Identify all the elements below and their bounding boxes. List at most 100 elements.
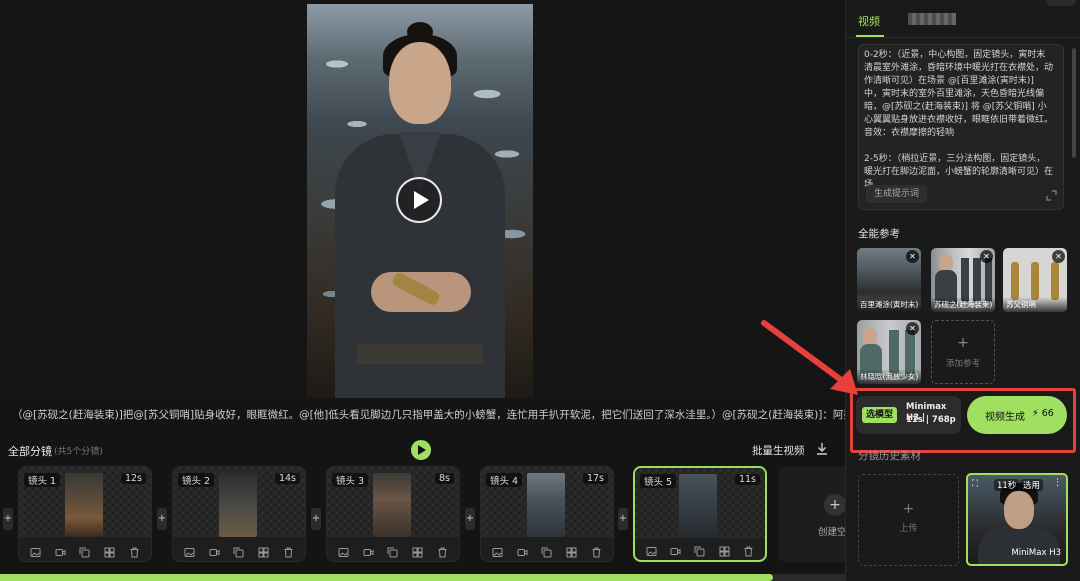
copy-icon[interactable] [79, 543, 90, 557]
trash-icon[interactable] [129, 543, 140, 557]
image-icon[interactable] [492, 543, 503, 557]
image-icon[interactable] [184, 543, 195, 557]
shot-duration: 14s [274, 473, 300, 484]
video-icon[interactable] [670, 542, 681, 555]
right-panel: 视频 0-2秒：（近景，中心构图，固定镜头，寅时末清晨室外滩涂，昏暗环境中暖光打… [845, 0, 1080, 581]
grid-icon[interactable] [412, 543, 423, 557]
shot-card[interactable]: 镜头 5 11s [633, 466, 767, 562]
close-icon[interactable]: ✕ [906, 250, 919, 263]
grid-icon[interactable] [719, 542, 730, 556]
panel-tabs: 视频 [846, 0, 1080, 38]
close-icon[interactable]: ✕ [980, 250, 993, 263]
fullscreen-icon[interactable]: ⛶ [972, 479, 978, 489]
shot-thumbnail[interactable]: 镜头 1 12s [19, 467, 151, 537]
prompt-text[interactable]: 0-2秒：（近景，中心构图，固定镜头，寅时末清晨室外滩涂，昏暗环境中暖光打在衣襟… [864, 49, 1054, 192]
annotation-highlight-box [850, 388, 1076, 453]
more-icon[interactable]: ⋮ [1053, 478, 1062, 488]
shot-thumbnail[interactable]: 镜头 2 14s [173, 467, 305, 537]
play-all-button[interactable] [411, 440, 431, 460]
copy-icon[interactable] [694, 542, 705, 556]
reference-label: 苏砚之(赶海装束) [931, 297, 995, 312]
generate-prompt-button[interactable]: 生成提示词 [866, 185, 928, 203]
shot-card[interactable]: 镜头 3 8s [326, 466, 460, 562]
shot-image [373, 473, 411, 537]
video-icon[interactable] [517, 543, 528, 556]
grid-icon[interactable] [566, 543, 577, 557]
create-shot-label: 创建空 [818, 527, 847, 538]
close-icon[interactable]: ✕ [906, 322, 919, 335]
create-shot-button[interactable]: + 创建空 [778, 466, 847, 562]
reference-card[interactable]: ✕ 苏砚之(赶海装束) [931, 248, 995, 312]
trash-icon[interactable] [437, 543, 448, 557]
trash-icon[interactable] [743, 542, 754, 556]
expand-icon[interactable] [1046, 190, 1057, 201]
shot-label: 镜头 5 [640, 474, 677, 488]
trash-icon[interactable] [283, 543, 294, 557]
shot-duration: 11s [734, 474, 760, 485]
shot-toolbar [19, 539, 151, 557]
video-icon[interactable] [209, 543, 220, 556]
prompt-editor[interactable]: 0-2秒：（近景，中心构图，固定镜头，寅时末清晨室外滩涂，昏暗环境中暖光打在衣襟… [858, 44, 1064, 210]
tab-blurred[interactable] [908, 13, 956, 25]
history-duration: 11秒 [994, 479, 1020, 491]
shot-thumbnail[interactable]: 镜头 4 17s [481, 467, 613, 537]
shot-card[interactable]: 镜头 2 14s [172, 466, 306, 562]
panel-scrollbar[interactable] [1072, 48, 1076, 158]
timeline-progress[interactable] [0, 574, 845, 581]
panel-top-button[interactable] [1046, 0, 1076, 6]
shot-thumbnail[interactable]: 镜头 3 8s [327, 467, 459, 537]
plus-icon: + [957, 335, 969, 351]
history-tag[interactable]: 选用 [1020, 479, 1044, 491]
insert-shot-button[interactable]: + [3, 508, 13, 530]
shot-toolbar [635, 538, 765, 556]
insert-shot-button[interactable]: + [311, 508, 321, 530]
play-icon[interactable] [396, 177, 442, 223]
video-icon[interactable] [363, 543, 374, 556]
image-icon[interactable] [646, 542, 657, 556]
shot-card[interactable]: 镜头 4 17s [480, 466, 614, 562]
shot-card[interactable]: 镜头 1 12s [18, 466, 152, 562]
shot-thumbnail[interactable]: 镜头 5 11s [635, 468, 765, 538]
download-icon[interactable] [815, 442, 829, 456]
batch-generate-button[interactable]: 批量生视频 [752, 443, 805, 458]
insert-shot-button[interactable]: + [618, 508, 628, 530]
shots-count: (共5个分镜) [54, 447, 103, 457]
shot-duration: 12s [120, 473, 146, 484]
shot-label: 镜头 2 [178, 473, 215, 487]
shot-toolbar [173, 539, 305, 557]
plus-icon: + [824, 494, 846, 516]
history-video-card[interactable]: ⛶ 11秒 选用 ⋮ MiniMax H3 [966, 473, 1068, 566]
insert-shot-button[interactable]: + [465, 508, 475, 530]
upload-label: 上传 [899, 524, 918, 534]
grid-icon[interactable] [258, 543, 269, 557]
timeline-progress-fill [0, 574, 774, 581]
close-icon[interactable]: ✕ [1052, 250, 1065, 263]
shot-duration: 17s [582, 473, 608, 484]
shot-duration: 8s [435, 473, 454, 484]
image-icon[interactable] [30, 543, 41, 557]
copy-icon[interactable] [233, 543, 244, 557]
insert-shot-button[interactable]: + [157, 508, 167, 530]
shot-toolbar [481, 539, 613, 557]
shot-image [527, 473, 565, 537]
shot-label: 镜头 3 [332, 473, 369, 487]
trash-icon[interactable] [591, 543, 602, 557]
script-text[interactable]: （@[苏砚之(赶海装束)]把@[苏父铜哨]贴身收好，眼眶微红。@[他]低头看见脚… [0, 402, 845, 428]
plus-icon: + [902, 501, 915, 517]
tab-video[interactable]: 视频 [858, 13, 880, 29]
grid-icon[interactable] [104, 543, 115, 557]
add-reference-button[interactable]: + 添加参考 [931, 320, 995, 384]
annotation-arrow [761, 320, 858, 395]
video-icon[interactable] [55, 543, 66, 556]
figure-head [389, 42, 451, 124]
copy-icon[interactable] [541, 543, 552, 557]
reference-card[interactable]: ✕ 苏父铜哨 [1003, 248, 1067, 312]
shot-image [219, 473, 257, 537]
reference-card[interactable]: ✕ 百里滩涂(寅时末) [857, 248, 921, 312]
shots-title: 全部分镜 [8, 445, 52, 458]
upload-button[interactable]: + 上传 [858, 474, 959, 566]
image-icon[interactable] [338, 543, 349, 557]
shot-label: 镜头 1 [24, 473, 61, 487]
history-title: 分镜历史素材 [858, 450, 921, 462]
copy-icon[interactable] [387, 543, 398, 557]
